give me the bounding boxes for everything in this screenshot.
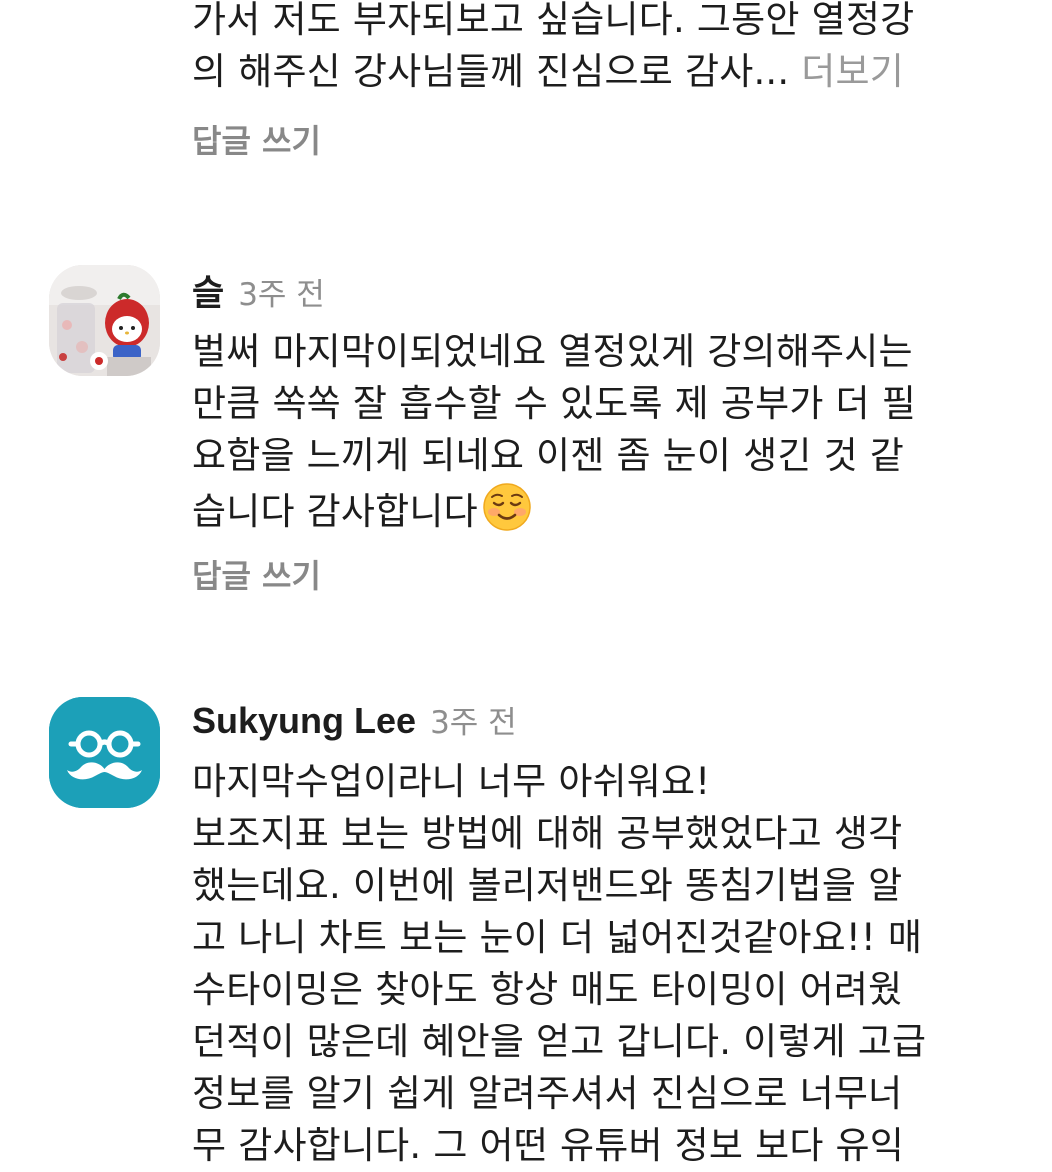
comment-line: 정보를 알기 쉽게 알려주셔서 진심으로 너무너: [192, 1072, 903, 1115]
comment-meta: 슬 3주 전: [192, 265, 325, 316]
comment-line: 습니다 감사합니다: [192, 482, 992, 534]
comment-line: 던적이 많은데 혜안을 얻고 갑니다. 이렇게 고급: [192, 1020, 927, 1063]
reply-button[interactable]: 답글 쓰기: [192, 116, 321, 162]
comment-author[interactable]: Sukyung Lee: [192, 700, 416, 742]
comment-time: 3주 전: [238, 277, 325, 313]
comment-author[interactable]: 슬: [192, 265, 224, 316]
comment-line: 요함을 느끼게 되네요 이젠 좀 눈이 생긴 것 같: [192, 434, 905, 477]
smiling-face-emoji: [483, 483, 531, 531]
comment-line: 만큼 쏙쏙 잘 흡수할 수 있도록 제 공부가 더 필: [192, 382, 916, 425]
comment-line: 벌써 마지막이되었네요 열정있게 강의해주시는: [192, 330, 913, 373]
avatar[interactable]: [49, 697, 160, 808]
comment-time: 3주 전: [430, 705, 517, 741]
comment-item: 가서 저도 부자되보고 싶습니다. 그동안 열정강 의 해주신 강사님들께 진심…: [0, 0, 1052, 170]
comment-meta: Sukyung Lee 3주 전: [192, 697, 517, 742]
comment-line: 마지막수업이라니 너무 아쉬워요!: [192, 760, 711, 803]
comment-body: 벌써 마지막이되었네요 열정있게 강의해주시는 만큼 쏙쏙 잘 흡수할 수 있도…: [192, 326, 992, 534]
glasses-mustache-icon: [49, 697, 160, 808]
comment-line: 했는데요. 이번에 볼리저밴드와 똥침기법을 알: [192, 864, 903, 907]
comment-line: 무 감사합니다. 그 어떤 유튜버 정보 보다 유익: [192, 1124, 905, 1167]
avatar[interactable]: [49, 265, 160, 376]
comment-line: 수타이밍은 찾아도 항상 매도 타이밍이 어려웠: [192, 968, 903, 1011]
comment-line: 의 해주신 강사님들께 진심으로 감사... 더보기: [192, 50, 905, 93]
comment-line: 가서 저도 부자되보고 싶습니다. 그동안 열정강: [192, 0, 915, 41]
comment-line: 고 나니 차트 보는 눈이 더 넓어진것같아요!! 매: [192, 916, 923, 959]
comment-body: 마지막수업이라니 너무 아쉬워요! 보조지표 보는 방법에 대해 공부했었다고 …: [192, 756, 992, 1172]
more-link[interactable]: 더보기: [801, 50, 904, 93]
comment-item: Sukyung Lee 3주 전 마지막수업이라니 너무 아쉬워요! 보조지표 …: [0, 688, 1052, 1167]
comment-body: 가서 저도 부자되보고 싶습니다. 그동안 열정강 의 해주신 강사님들께 진심…: [192, 0, 992, 98]
hello-kitty-photo: [49, 265, 160, 376]
comment-item: 슬 3주 전 벌써 마지막이되었네요 열정있게 강의해주시는 만큼 쏙쏙 잘 흡…: [0, 255, 1052, 615]
reply-button[interactable]: 답글 쓰기: [192, 551, 321, 597]
comment-line: 보조지표 보는 방법에 대해 공부했었다고 생각: [192, 812, 903, 855]
